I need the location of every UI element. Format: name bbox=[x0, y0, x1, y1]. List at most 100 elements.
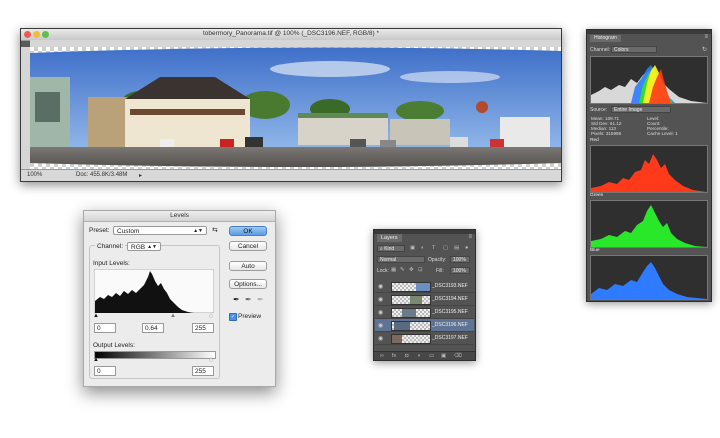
black-point-slider[interactable]: ▲ bbox=[93, 313, 99, 319]
visibility-eye-icon[interactable]: ◉ bbox=[378, 283, 383, 290]
opacity-field[interactable]: 100% bbox=[450, 256, 470, 263]
layer-filter-select[interactable]: ⌕ Kind bbox=[377, 245, 405, 252]
histogram-panel[interactable]: Histogram ≡ Channel: Colors ↻ Source: En… bbox=[586, 29, 712, 302]
output-black-field[interactable]: 0 bbox=[94, 366, 116, 376]
layer-name: _DSC3196.NEF bbox=[432, 322, 468, 328]
select-arrows-icon: ▲▼ bbox=[147, 244, 157, 250]
hist-source-select[interactable]: Entire Image bbox=[611, 106, 671, 113]
stat-value: 1 bbox=[675, 131, 678, 136]
options-button[interactable]: Options... bbox=[229, 279, 267, 289]
visibility-eye-icon[interactable]: ◉ bbox=[378, 322, 383, 329]
adjustment-layer-icon[interactable]: ◑ bbox=[417, 353, 420, 359]
select-arrows-icon: ▲▼ bbox=[193, 228, 203, 234]
input-level-sliders[interactable]: ▲ ▲ ▲ bbox=[93, 313, 215, 319]
add-mask-icon[interactable]: ◘ bbox=[405, 353, 408, 359]
stat-pixels: Pixels: 315996 bbox=[591, 131, 621, 136]
layer-row[interactable]: ◉ _DSC3193.NEF bbox=[375, 280, 474, 293]
filter-shape-icon[interactable]: ▢ bbox=[443, 245, 448, 251]
layer-style-icon[interactable]: fx bbox=[392, 353, 396, 359]
input-black-field[interactable]: 0 bbox=[94, 323, 116, 333]
colors-histogram-graph bbox=[591, 65, 707, 103]
filter-smart-object-icon[interactable]: ▤ bbox=[454, 245, 459, 251]
red-histogram-graph bbox=[591, 154, 707, 192]
layer-row[interactable]: ◉ _DSC3197.NEF bbox=[375, 332, 474, 345]
filter-toggle-icon[interactable]: ● bbox=[465, 245, 468, 251]
refresh-icon[interactable]: ↻ bbox=[702, 46, 707, 53]
filter-pixel-icon[interactable]: ▣ bbox=[410, 245, 415, 251]
histogram-panel-header[interactable] bbox=[587, 30, 711, 34]
layer-thumbnail bbox=[391, 282, 431, 292]
blend-mode-select[interactable]: Normal bbox=[377, 256, 425, 263]
new-group-icon[interactable]: ▭ bbox=[429, 353, 434, 359]
preset-value: Custom bbox=[117, 228, 140, 235]
filter-adjustment-icon[interactable]: ◐ bbox=[421, 245, 424, 251]
preview-label: Preview bbox=[238, 313, 262, 320]
output-gradient bbox=[94, 351, 216, 359]
layers-footer: ∞ fx ◘ ◑ ▭ ▣ ⌫ bbox=[374, 351, 475, 360]
stat-value: 315996 bbox=[605, 131, 622, 136]
stat-label: Pixels: bbox=[591, 131, 605, 136]
output-white-field[interactable]: 255 bbox=[192, 366, 214, 376]
input-white-field[interactable]: 255 bbox=[192, 323, 214, 333]
lock-image-icon[interactable]: ✎ bbox=[400, 267, 405, 273]
document-window[interactable]: tobermory_Panorama.tif @ 100% (_DSC3196.… bbox=[20, 28, 562, 182]
white-eyedropper-icon[interactable]: ✒ bbox=[257, 295, 264, 304]
status-arrow-icon[interactable]: ▸ bbox=[139, 172, 142, 179]
doc-size-info: Doc: 455.8K/3.48M bbox=[76, 172, 128, 178]
output-white-slider[interactable]: ▲ bbox=[208, 357, 214, 363]
image-canvas[interactable] bbox=[30, 47, 561, 170]
layer-thumbnail bbox=[391, 308, 431, 318]
layer-row[interactable]: ◉ _DSC3195.NEF bbox=[375, 306, 474, 319]
output-levels-label: Output Levels: bbox=[93, 342, 135, 349]
delete-layer-icon[interactable]: ⌫ bbox=[454, 353, 462, 359]
cancel-button[interactable]: Cancel bbox=[229, 241, 267, 251]
layer-name: _DSC3193.NEF bbox=[432, 283, 468, 289]
layer-row-selected[interactable]: ◉ _DSC3196.NEF bbox=[375, 319, 474, 332]
output-black-slider[interactable]: ▲ bbox=[93, 357, 99, 363]
red-channel-label: Red bbox=[590, 138, 599, 143]
panel-menu-icon[interactable]: ≡ bbox=[704, 34, 708, 40]
white-point-slider[interactable]: ▲ bbox=[208, 313, 214, 319]
preset-select[interactable]: Custom ▲▼ bbox=[113, 226, 207, 235]
visibility-eye-icon[interactable]: ◉ bbox=[378, 296, 383, 303]
gray-eyedropper-icon[interactable]: ✒ bbox=[245, 295, 252, 304]
visibility-eye-icon[interactable]: ◉ bbox=[378, 335, 383, 342]
gamma-slider[interactable]: ▲ bbox=[170, 313, 176, 319]
panel-menu-icon[interactable]: ≡ bbox=[468, 234, 472, 240]
green-histogram bbox=[590, 200, 708, 248]
preview-checkbox[interactable]: ✓ bbox=[229, 313, 237, 321]
hist-channel-select[interactable]: Colors bbox=[611, 46, 657, 53]
layers-panel[interactable]: Layers ≡ ⌕ Kind ▣ ◐ T ▢ ▤ ● Normal Opaci… bbox=[373, 229, 476, 361]
fill-field[interactable]: 100% bbox=[450, 267, 470, 274]
hist-channel-label: Channel: bbox=[590, 47, 611, 53]
tab-histogram[interactable]: Histogram bbox=[590, 35, 621, 42]
visibility-eye-icon[interactable]: ◉ bbox=[378, 309, 383, 316]
red-histogram bbox=[590, 145, 708, 193]
filter-type-icon[interactable]: T bbox=[432, 245, 435, 251]
colors-histogram bbox=[590, 56, 708, 104]
kind-value: Kind bbox=[384, 246, 395, 252]
black-eyedropper-icon[interactable]: ✒ bbox=[233, 295, 240, 304]
input-gamma-field[interactable]: 0.64 bbox=[142, 323, 164, 333]
lock-label: Lock: bbox=[377, 268, 389, 274]
auto-button[interactable]: Auto bbox=[229, 261, 267, 271]
blue-histogram bbox=[590, 255, 708, 300]
levels-dialog[interactable]: Levels Preset: Custom ▲▼ ⇆ Channel: RGB ▲▼… bbox=[83, 210, 276, 387]
tab-layers[interactable]: Layers bbox=[377, 234, 402, 242]
lock-position-icon[interactable]: ✥ bbox=[409, 267, 414, 273]
preset-label: Preset: bbox=[89, 227, 110, 234]
fill-label: Fill: bbox=[436, 268, 444, 274]
link-layers-icon[interactable]: ∞ bbox=[380, 353, 384, 359]
green-histogram-graph bbox=[591, 205, 707, 247]
layer-row[interactable]: ◉ _DSC3194.NEF bbox=[375, 293, 474, 306]
lock-all-icon[interactable]: ⊡ bbox=[418, 267, 423, 273]
layer-name: _DSC3194.NEF bbox=[432, 296, 468, 302]
preset-options-icon[interactable]: ⇆ bbox=[212, 226, 218, 234]
channel-select[interactable]: RGB ▲▼ bbox=[127, 242, 161, 251]
blue-histogram-graph bbox=[591, 262, 707, 299]
lock-transparent-icon[interactable]: ▦ bbox=[391, 267, 396, 273]
zoom-level[interactable]: 100% bbox=[27, 172, 42, 178]
ok-button[interactable]: OK bbox=[229, 226, 267, 236]
channel-label: Channel: bbox=[95, 243, 126, 250]
new-layer-icon[interactable]: ▣ bbox=[441, 353, 446, 359]
